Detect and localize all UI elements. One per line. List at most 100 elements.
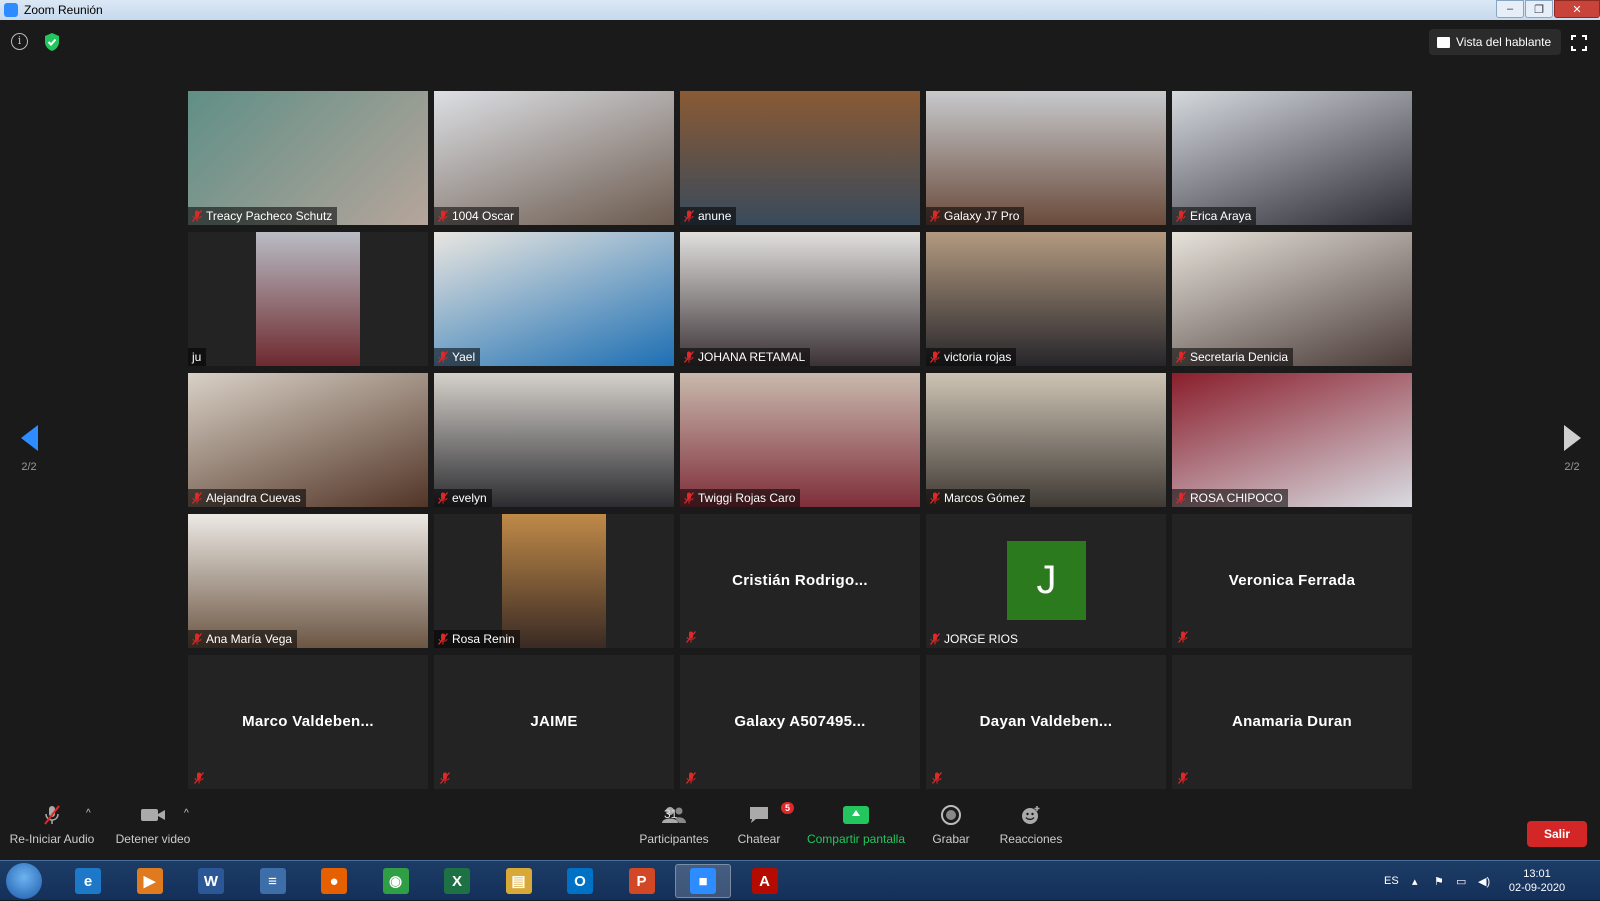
taskbar-zoom-button[interactable]: ■ [675, 864, 731, 898]
mic-muted-icon [686, 631, 696, 643]
zoom-icon: ■ [690, 868, 716, 894]
network-icon[interactable]: ▭ [1456, 861, 1466, 901]
volume-icon[interactable]: ◀) [1478, 861, 1490, 901]
participant-video [434, 91, 674, 225]
participant-video [1172, 373, 1412, 507]
taskbar-clock[interactable]: 13:01 02-09-2020 [1508, 867, 1566, 895]
speaker-view-button[interactable]: Vista del hablante [1429, 29, 1562, 55]
participant-video [1172, 232, 1412, 366]
participant-tile[interactable]: Rosa Renin [434, 514, 674, 648]
participant-name: ju [192, 350, 202, 364]
audio-label: Re-Iniciar Audio [9, 832, 95, 846]
taskbar-word-button[interactable]: W [183, 864, 239, 898]
participant-video [502, 514, 606, 648]
previous-page-button[interactable]: 2/2 [14, 425, 44, 495]
acrobat-icon: A [751, 868, 778, 894]
participant-video [926, 373, 1166, 507]
taskbar-acrobat-button[interactable]: A [737, 864, 793, 898]
taskbar-powerpoint-button[interactable]: P [614, 864, 670, 898]
close-button[interactable]: ✕ [1554, 0, 1600, 18]
participant-tile[interactable]: Yael [434, 232, 674, 366]
chrome-icon: ◉ [382, 868, 409, 894]
language-indicator[interactable]: ES [1384, 861, 1399, 901]
participants-button[interactable]: 31 Participantes [636, 800, 712, 860]
taskbar-scanner-button[interactable]: ≡ [245, 864, 301, 898]
maximize-button[interactable]: ❐ [1525, 0, 1553, 18]
participant-tile[interactable]: Secretaria Denicia [1172, 232, 1412, 366]
reactions-button[interactable]: Reacciones [998, 800, 1064, 860]
video-camera-icon [141, 809, 165, 821]
taskbar-firefox-button[interactable]: ● [306, 864, 362, 898]
reactions-label: Reacciones [999, 832, 1063, 846]
participant-name-label: JORGE RIOS [926, 630, 1023, 648]
participant-tile[interactable]: Ana María Vega [188, 514, 428, 648]
chat-button[interactable]: 5 Chatear [732, 800, 794, 860]
participant-tile[interactable]: JOHANA RETAMAL [680, 232, 920, 366]
participant-tile[interactable]: J JORGE RIOS [926, 514, 1166, 648]
taskbar-excel-button[interactable]: X [429, 864, 485, 898]
mic-muted-icon [930, 633, 940, 645]
participant-name: Galaxy J7 Pro [944, 209, 1020, 223]
page-indicator-left: 2/2 [21, 461, 37, 473]
taskbar-explorer-button[interactable]: ▤ [491, 864, 547, 898]
participant-tile[interactable]: Erica Araya [1172, 91, 1412, 225]
record-button[interactable]: Grabar [928, 800, 974, 860]
participant-tile[interactable]: Galaxy J7 Pro [926, 91, 1166, 225]
action-center-icon[interactable]: ⚑ [1434, 861, 1444, 901]
audio-options-caret-icon[interactable]: ^ [86, 808, 91, 819]
participant-tile[interactable]: evelyn [434, 373, 674, 507]
scanner-icon: ≡ [259, 868, 286, 894]
share-screen-button[interactable]: Compartir pantalla [804, 800, 908, 860]
taskbar-chrome-button[interactable]: ◉ [368, 864, 424, 898]
mic-muted-icon [930, 351, 940, 363]
participant-name: Yael [452, 350, 476, 364]
participant-tile[interactable]: Marco Valdeben... [188, 655, 428, 789]
audio-button[interactable]: Re-Iniciar Audio [8, 800, 96, 860]
participant-tile[interactable]: Alejandra Cuevas [188, 373, 428, 507]
participant-name-label: Yael [434, 348, 481, 366]
explorer-icon: ▤ [505, 868, 532, 894]
participant-video [188, 91, 428, 225]
participant-tile[interactable]: Treacy Pacheco Schutz [188, 91, 428, 225]
mic-muted-icon [930, 210, 940, 222]
participant-tile[interactable]: Veronica Ferrada [1172, 514, 1412, 648]
mic-muted-icon [686, 772, 696, 784]
participant-tile[interactable]: Galaxy A507495... [680, 655, 920, 789]
participant-tile[interactable]: Cristián Rodrigo... [680, 514, 920, 648]
participant-tile[interactable]: Anamaria Duran [1172, 655, 1412, 789]
mic-muted-icon [438, 492, 448, 504]
participant-name-label: Erica Araya [1172, 207, 1257, 225]
start-button[interactable] [6, 863, 42, 899]
leave-meeting-button[interactable]: Salir [1527, 821, 1587, 847]
participant-name: Marcos Gómez [944, 491, 1026, 505]
participant-tile[interactable]: Marcos Gómez [926, 373, 1166, 507]
video-button[interactable]: Detener video [112, 800, 194, 860]
shield-icon[interactable] [43, 32, 61, 52]
media-player-icon: ▶ [136, 868, 163, 894]
participant-tile[interactable]: Dayan Valdeben... [926, 655, 1166, 789]
participant-name: ROSA CHIPOCO [1190, 491, 1283, 505]
participant-video [680, 91, 920, 225]
participant-video [434, 232, 674, 366]
mic-muted-icon [192, 633, 202, 645]
participant-tile[interactable]: Twiggi Rojas Caro [680, 373, 920, 507]
participant-name-label: Rosa Renin [434, 630, 520, 648]
mic-muted-icon [684, 351, 694, 363]
participant-tile[interactable]: victoria rojas [926, 232, 1166, 366]
taskbar-media-player-button[interactable]: ▶ [122, 864, 178, 898]
video-options-caret-icon[interactable]: ^ [184, 808, 189, 819]
participant-tile[interactable]: ju [188, 232, 428, 366]
tray-expand-icon[interactable]: ▴ [1412, 861, 1418, 901]
minimize-button[interactable]: – [1496, 0, 1524, 18]
participant-tile[interactable]: JAIME [434, 655, 674, 789]
taskbar-ie-button[interactable]: e [60, 864, 116, 898]
share-screen-icon [843, 806, 869, 824]
info-icon[interactable]: i [11, 33, 28, 50]
next-page-button[interactable]: 2/2 [1557, 425, 1587, 495]
participant-tile[interactable]: anune [680, 91, 920, 225]
mic-muted-icon [192, 492, 202, 504]
participant-tile[interactable]: ROSA CHIPOCO [1172, 373, 1412, 507]
fullscreen-icon[interactable] [1571, 35, 1587, 51]
participant-tile[interactable]: 1004 Oscar [434, 91, 674, 225]
taskbar-outlook-button[interactable]: O [552, 864, 608, 898]
